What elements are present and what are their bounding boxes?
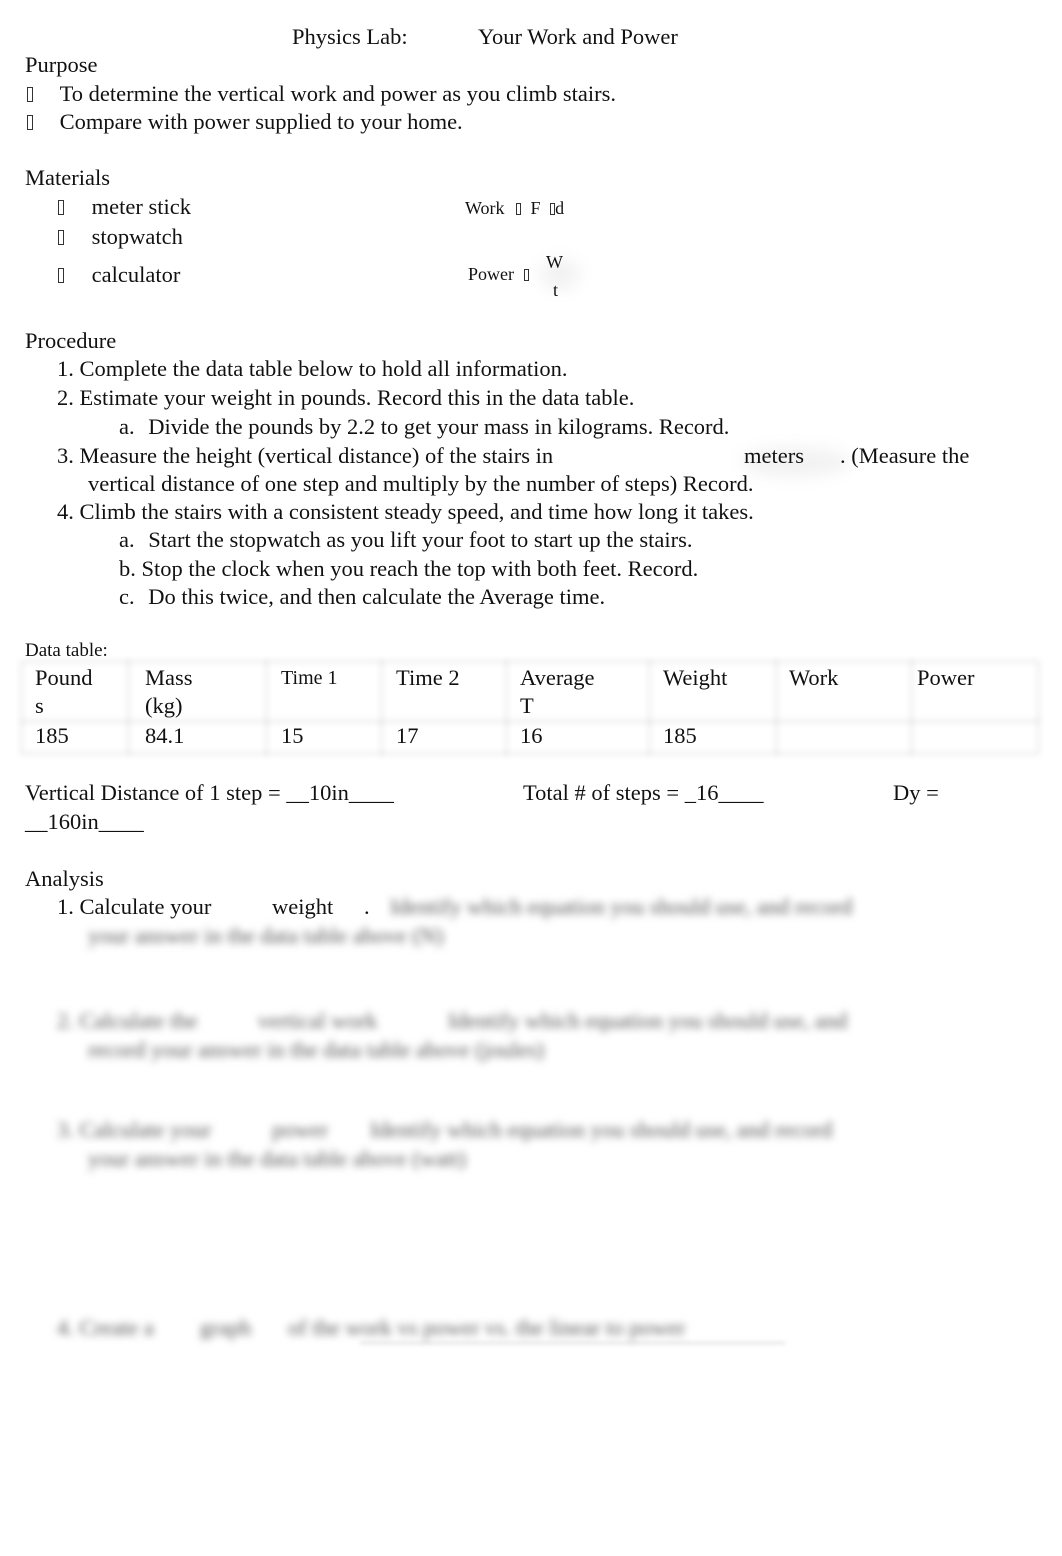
- bullet-icon: [58, 200, 64, 215]
- equals-symbol-icon: [523, 269, 529, 281]
- analysis-q1-term: weight: [272, 894, 334, 919]
- power-numerator: W: [546, 252, 563, 272]
- analysis-q2-term: vertical work: [258, 1008, 378, 1033]
- procedure-step-3: 3. Measure the height (vertical distance…: [57, 443, 554, 468]
- table-header-weight: Weight: [663, 665, 728, 690]
- equals-symbol-icon: [516, 203, 522, 215]
- purpose-heading: Purpose: [25, 52, 98, 77]
- table-cell-average-t: 16: [520, 723, 543, 748]
- analysis-q2-instruction: Identify which equation you should use, …: [448, 1008, 848, 1033]
- analysis-q4-term: graph: [200, 1315, 252, 1340]
- analysis-q1-instruction: Identify which equation you should use, …: [390, 894, 853, 919]
- procedure-step-2a: a. Divide the pounds by 2.2 to get your …: [119, 414, 730, 439]
- step-distance: Vertical Distance of 1 step = __10in____: [25, 780, 394, 805]
- data-table-label: Data table:: [25, 640, 108, 661]
- analysis-heading: Analysis: [25, 866, 104, 891]
- title-left: Physics Lab:: [292, 24, 408, 49]
- analysis-q3-instruction-line2: your answer in the data table above (wat…: [88, 1146, 466, 1171]
- table-col-divider: [910, 660, 913, 755]
- procedure-step-3-line2: vertical distance of one step and multip…: [88, 471, 754, 496]
- procedure-step-4: 4. Climb the stairs with a consistent st…: [57, 499, 754, 524]
- bullet-icon: [58, 268, 64, 283]
- table-header-power: Power: [917, 665, 975, 690]
- power-denominator: t: [553, 280, 559, 300]
- table-cell-time1: 15: [281, 723, 304, 748]
- table-cell-weight: 185: [663, 723, 697, 748]
- materials-item: stopwatch: [58, 223, 183, 251]
- table-header-average-t: Average T: [520, 665, 595, 718]
- dy-value: __160in____: [25, 809, 144, 834]
- table-cell-time2: 17: [396, 723, 419, 748]
- analysis-q4-prefix: 4. Create a: [57, 1315, 154, 1340]
- table-header-time2: Time 2: [396, 665, 460, 690]
- analysis-q2-instruction-line2: record your answer in the data table abo…: [88, 1037, 545, 1062]
- analysis-q3-term: power: [272, 1117, 329, 1142]
- table-col-divider: [265, 660, 268, 755]
- analysis-q3-prefix: 3. Calculate your: [57, 1117, 212, 1142]
- analysis-q1-prefix: 1. Calculate your: [57, 894, 212, 919]
- analysis-q1-instruction-line2: your answer in the data table above (N): [88, 923, 444, 948]
- procedure-step-1: 1. Complete the data table below to hold…: [57, 356, 568, 381]
- data-table: Pound s Mass (kg) Time 1 Time 2 Average …: [20, 660, 1040, 755]
- materials-item: calculator: [58, 261, 180, 289]
- bullet-icon: [58, 230, 64, 245]
- answer-blank-line: [360, 1342, 785, 1344]
- procedure-step-4b: b. Stop the clock when you reach the top…: [119, 556, 699, 581]
- bullet-icon: [27, 115, 33, 130]
- analysis-q2-prefix: 2. Calculate the: [57, 1008, 198, 1033]
- bullet-icon: [27, 87, 33, 102]
- table-header-mass: Mass (kg): [145, 665, 193, 718]
- analysis-q3-instruction: Identify which equation you should use, …: [370, 1117, 833, 1142]
- table-col-divider: [380, 660, 383, 755]
- table-header-work: Work: [789, 665, 839, 690]
- total-steps: Total # of steps = _16____: [523, 780, 764, 805]
- procedure-step-2: 2. Estimate your weight in pounds. Recor…: [57, 385, 635, 410]
- purpose-item: Compare with power supplied to your home…: [27, 108, 463, 136]
- materials-item: meter stick: [58, 193, 191, 221]
- table-cell-mass: 84.1: [145, 723, 185, 748]
- table-col-divider: [775, 660, 778, 755]
- procedure-step-4c: c. Do this twice, and then calculate the…: [119, 584, 606, 609]
- power-formula: Power: [468, 263, 529, 285]
- analysis-q1-dot: .: [364, 894, 370, 919]
- table-cell-pounds: 185: [35, 723, 69, 748]
- title-right: Your Work and Power: [478, 24, 678, 49]
- table-col-divider: [648, 660, 651, 755]
- procedure-step-3-unit: meters: [744, 443, 804, 468]
- procedure-heading: Procedure: [25, 328, 117, 353]
- table-col-divider: [127, 660, 130, 755]
- analysis-q4-instruction: of the work vs power vs. the linear to p…: [288, 1315, 686, 1340]
- table-col-divider: [505, 660, 508, 755]
- procedure-step-3-cont: . (Measure the: [840, 443, 970, 468]
- procedure-step-4a: a. Start the stopwatch as you lift your …: [119, 527, 693, 552]
- work-formula: Work F d: [465, 198, 565, 218]
- purpose-item: To determine the vertical work and power…: [27, 80, 616, 108]
- table-header-time1: Time 1: [281, 667, 338, 689]
- dy-label: Dy =: [893, 780, 939, 805]
- materials-heading: Materials: [25, 165, 110, 190]
- table-header-pounds: Pound s: [35, 665, 93, 718]
